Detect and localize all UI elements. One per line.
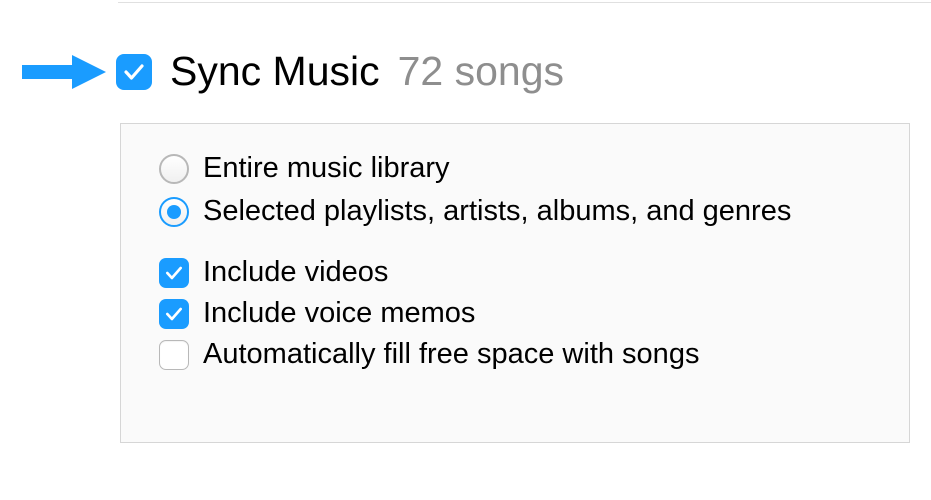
include-voice-memos-label: Include voice memos	[203, 297, 475, 330]
include-videos-label: Include videos	[203, 256, 388, 289]
divider	[118, 2, 931, 3]
scope-radio-group: Entire music library Selected playlists,…	[159, 152, 875, 228]
sync-music-count: 72 songs	[398, 48, 564, 95]
sync-options-panel: Entire music library Selected playlists,…	[120, 123, 910, 443]
selected-playlists-label: Selected playlists, artists, albums, and…	[203, 195, 791, 228]
sync-music-header: Sync Music 72 songs	[22, 48, 931, 95]
checkmark-icon	[164, 263, 184, 283]
selected-playlists-radio[interactable]	[159, 197, 189, 227]
entire-library-label: Entire music library	[203, 152, 450, 185]
auto-fill-label: Automatically fill free space with songs	[203, 338, 699, 371]
include-checkbox-group: Include videos Include voice memos Autom…	[159, 256, 875, 371]
radio-dot-icon	[167, 205, 181, 219]
entire-library-radio[interactable]	[159, 154, 189, 184]
include-voice-memos-checkbox[interactable]	[159, 299, 189, 329]
include-videos-checkbox[interactable]	[159, 258, 189, 288]
sync-music-title: Sync Music	[170, 48, 380, 95]
checkmark-icon	[122, 60, 146, 84]
pointer-arrow-icon	[22, 55, 106, 89]
checkmark-icon	[164, 304, 184, 324]
sync-music-checkbox[interactable]	[116, 54, 152, 90]
auto-fill-checkbox[interactable]	[159, 340, 189, 370]
